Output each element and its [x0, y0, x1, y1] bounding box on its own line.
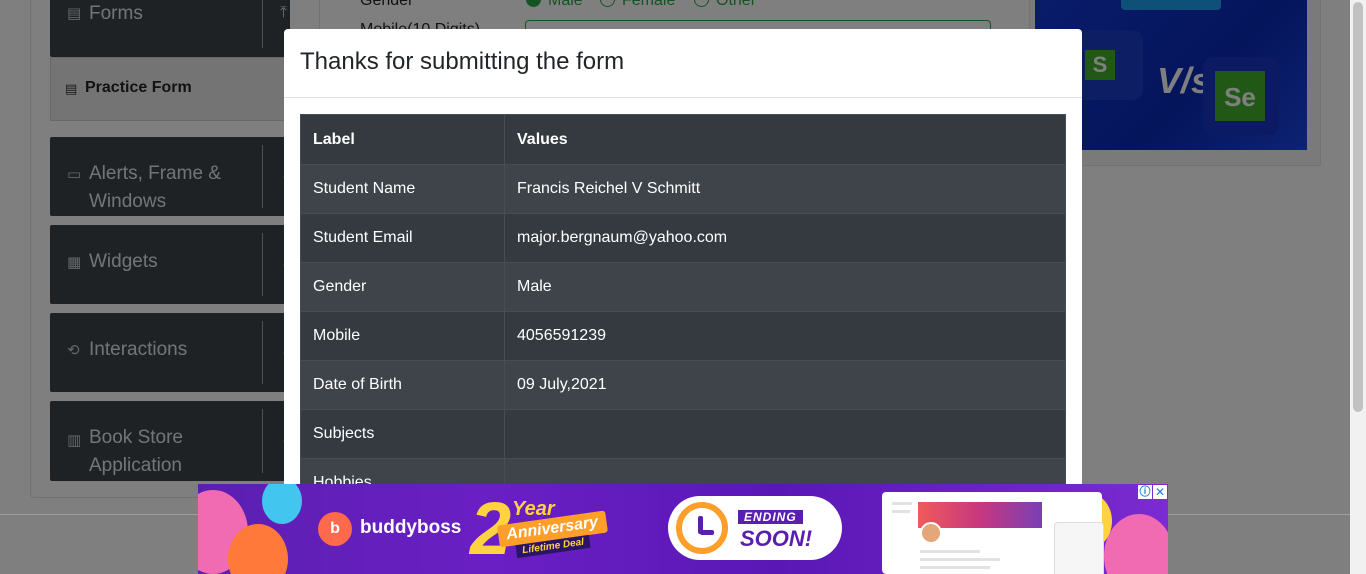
modal-title: Thanks for submitting the form: [300, 48, 625, 75]
row-value: Male: [504, 262, 1066, 312]
results-table: Label Values Student Name Francis Reiche…: [300, 114, 1066, 508]
row-label: Date of Birth: [300, 360, 505, 410]
page-scrollbar[interactable]: [1350, 0, 1366, 574]
screenshot-line: [920, 550, 980, 553]
column-header-values: Values: [504, 114, 1066, 165]
buddyboss-logo-icon: b: [318, 512, 352, 546]
row-label: Student Name: [300, 164, 505, 214]
screenshot-line: [892, 510, 910, 513]
scrollbar-thumb[interactable]: [1353, 2, 1363, 412]
balloon-decoration: [262, 484, 302, 524]
ending-soon-badge: ENDING SOON!: [668, 496, 842, 560]
row-value: 4056591239: [504, 311, 1066, 361]
row-label: Student Email: [300, 213, 505, 263]
bottom-ad-banner[interactable]: b buddyboss 2 Year Anniversary Lifetime …: [198, 484, 1168, 574]
table-header-row: Label Values: [300, 114, 1066, 165]
ending-text: ENDING: [738, 510, 803, 524]
table-row: Gender Male: [300, 262, 1066, 312]
row-value: Francis Reichel V Schmitt: [504, 164, 1066, 214]
product-screenshot: [882, 492, 1104, 574]
screenshot-phone: [1054, 522, 1104, 574]
ad-info-icon[interactable]: ⓘ: [1138, 485, 1152, 499]
results-table-wrapper[interactable]: Label Values Student Name Francis Reiche…: [300, 114, 1066, 508]
table-row: Mobile 4056591239: [300, 311, 1066, 361]
clock-icon: [676, 502, 728, 554]
table-row: Student Email major.bergnaum@yahoo.com: [300, 213, 1066, 263]
column-header-label: Label: [300, 114, 505, 165]
modal-header: Thanks for submitting the form: [284, 29, 1082, 98]
row-value: 09 July,2021: [504, 360, 1066, 410]
screenshot-line: [892, 502, 912, 505]
row-value: major.bergnaum@yahoo.com: [504, 213, 1066, 263]
table-row: Student Name Francis Reichel V Schmitt: [300, 164, 1066, 214]
table-row: Date of Birth 09 July,2021: [300, 360, 1066, 410]
screenshot-avatar: [920, 522, 942, 544]
row-value: [504, 409, 1066, 459]
screenshot-line: [920, 558, 1000, 561]
table-row: Subjects: [300, 409, 1066, 459]
soon-text: SOON!: [740, 526, 813, 551]
buddyboss-logo-text: buddyboss: [360, 517, 462, 538]
row-label: Mobile: [300, 311, 505, 361]
balloon-decoration: [1104, 514, 1168, 574]
row-label: Subjects: [300, 409, 505, 459]
screenshot-line: [920, 566, 990, 569]
row-label: Gender: [300, 262, 505, 312]
ad-close-icon[interactable]: ✕: [1153, 485, 1167, 499]
